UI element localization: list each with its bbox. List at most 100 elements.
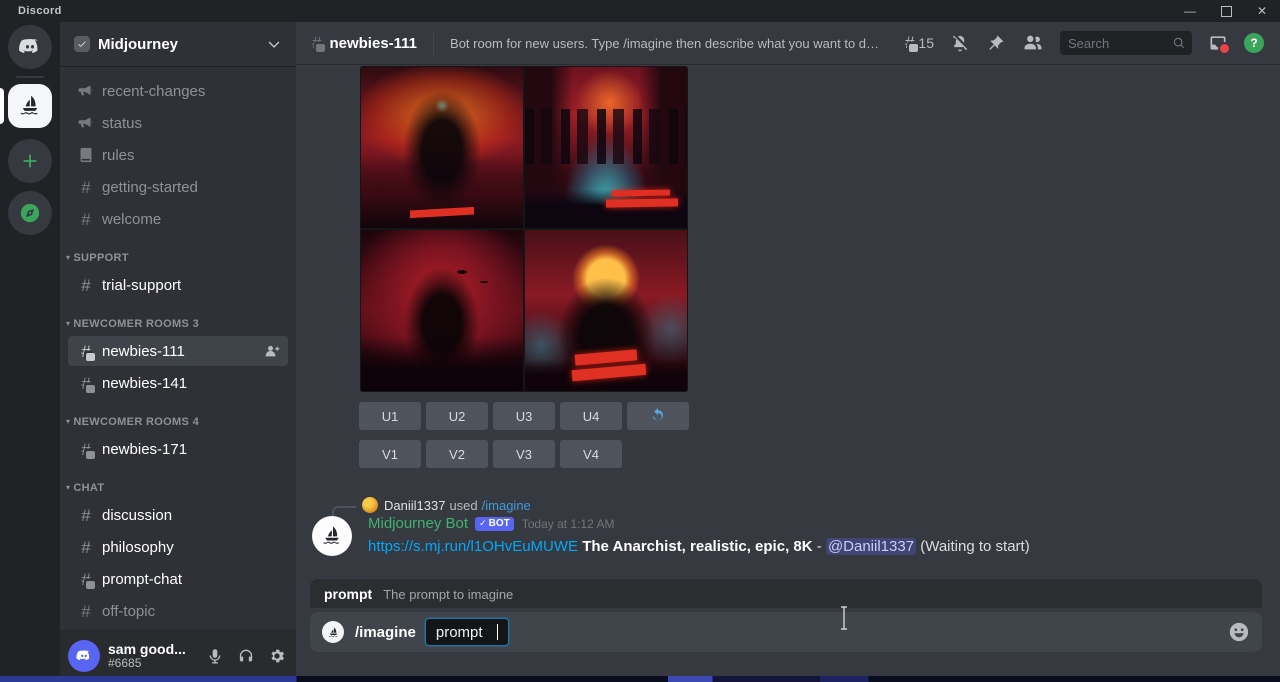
- channel-item-philosophy[interactable]: #philosophy: [68, 532, 288, 562]
- mic-icon[interactable]: [206, 647, 224, 665]
- main-column: # newbies-111 Bot room for new users. Ty…: [296, 22, 1280, 682]
- mouse-ibeam-cursor: [839, 606, 849, 630]
- emoji-picker-icon[interactable]: [1228, 621, 1250, 643]
- reroll-icon: [649, 407, 667, 425]
- hash-icon: #: [76, 211, 96, 228]
- category-chat[interactable]: ▾CHAT: [60, 476, 296, 500]
- app-title: Discord: [18, 5, 62, 17]
- upscale-u2-button[interactable]: U2: [426, 402, 488, 430]
- home-button[interactable]: [8, 25, 52, 69]
- bot-name: Midjourney Bot: [368, 515, 468, 532]
- explore-servers-button[interactable]: [8, 191, 52, 235]
- help-button[interactable]: ?: [1244, 33, 1264, 53]
- pinned-messages-icon[interactable]: [986, 33, 1006, 53]
- channel-item-prompt-chat[interactable]: #prompt-chat: [68, 564, 288, 594]
- os-taskbar-sliver[interactable]: [0, 676, 1280, 682]
- search-icon: [1172, 36, 1186, 50]
- upscale-u1-button[interactable]: U1: [359, 402, 421, 430]
- rules-icon: [76, 146, 96, 164]
- badge-label: BOT: [489, 518, 510, 530]
- inbox-unread-badge: [1218, 42, 1231, 55]
- channel-item-newbies-141[interactable]: #newbies-141: [68, 368, 288, 398]
- channel-label: newbies-141: [102, 375, 280, 392]
- user-mention[interactable]: @Daniil1337: [826, 538, 916, 555]
- variation-v1-button[interactable]: V1: [359, 440, 421, 468]
- username: sam good...: [108, 641, 206, 657]
- variation-v2-button[interactable]: V2: [426, 440, 488, 468]
- category-label: CHAT: [73, 482, 104, 494]
- category-chevron-icon: ▾: [66, 484, 70, 492]
- bot-avatar[interactable]: [312, 516, 352, 556]
- badge-check-icon: ✓: [479, 518, 487, 529]
- generated-image-quadrant-1[interactable]: [361, 67, 523, 228]
- invite-members-icon[interactable]: [264, 343, 280, 359]
- message-composer[interactable]: /imagine prompt: [310, 612, 1262, 652]
- channel-item-off-topic[interactable]: #off-topic: [68, 596, 288, 626]
- channel-item-status[interactable]: status: [68, 108, 288, 138]
- job-link[interactable]: https://s.mj.run/l1OHvEuMUWE: [368, 538, 578, 555]
- channel-item-newbies-111[interactable]: #newbies-111: [68, 336, 288, 366]
- category-label: NEWCOMER ROOMS 3: [73, 318, 199, 330]
- channel-item-welcome[interactable]: # welcome: [68, 204, 288, 234]
- threads-button[interactable]: # 15: [905, 34, 934, 53]
- user-avatar[interactable]: [68, 640, 100, 672]
- generated-image-quadrant-2[interactable]: [525, 67, 687, 228]
- variation-v4-button[interactable]: V4: [560, 440, 622, 468]
- maximize-button[interactable]: [1208, 0, 1244, 22]
- generated-image-quadrant-3[interactable]: [361, 230, 523, 391]
- variation-v3-button[interactable]: V3: [493, 440, 555, 468]
- hash-icon: #: [81, 211, 90, 228]
- gear-icon[interactable]: [268, 647, 286, 665]
- member-list-icon[interactable]: [1022, 32, 1044, 54]
- channel-item-discussion[interactable]: #discussion: [68, 500, 288, 530]
- channel-list: recent-changesstatusrules#getting-starte…: [60, 66, 296, 630]
- bot-badge: ✓ BOT: [475, 517, 514, 531]
- channel-item-recent-changes[interactable]: recent-changes: [68, 76, 288, 106]
- minimize-button[interactable]: —: [1172, 0, 1208, 22]
- context-command[interactable]: /imagine: [482, 498, 531, 513]
- search-input[interactable]: Search: [1060, 31, 1192, 55]
- close-button[interactable]: ✕: [1244, 0, 1280, 22]
- reroll-button[interactable]: [627, 402, 689, 430]
- channel-item-rules[interactable]: rules: [68, 140, 288, 170]
- hash-icon: #: [76, 603, 96, 620]
- channel-item-newbies-171[interactable]: #newbies-171: [68, 434, 288, 464]
- slash-command-popup[interactable]: prompt The prompt to imagine: [310, 580, 1262, 608]
- megaphone-icon: [76, 114, 96, 132]
- selected-server-pill: [0, 88, 4, 124]
- sailboat-icon: [320, 524, 344, 548]
- hash-chat-icon: #: [312, 34, 321, 53]
- user-discriminator: #6685: [108, 657, 206, 671]
- discord-logo-icon: [75, 647, 93, 665]
- context-user-avatar[interactable]: [362, 497, 378, 513]
- prompt-text: The Anarchist, realistic, epic, 8K: [582, 538, 812, 555]
- add-server-button[interactable]: [8, 139, 52, 183]
- discord-logo-icon: [17, 34, 43, 60]
- server-header[interactable]: Midjourney: [60, 22, 296, 66]
- inbox-button[interactable]: [1208, 33, 1228, 53]
- user-actions: [206, 647, 286, 665]
- hash-chat-icon: #: [81, 571, 90, 588]
- generated-image-quadrant-4[interactable]: [525, 230, 687, 391]
- generated-image-grid[interactable]: [360, 66, 688, 392]
- composer-command: /imagine: [355, 624, 416, 641]
- hash-chat-icon: #: [81, 441, 90, 458]
- window-titlebar: Discord — ✕: [0, 0, 1280, 22]
- upscale-u4-button[interactable]: U4: [560, 402, 622, 430]
- channel-label: welcome: [102, 211, 280, 228]
- channel-item-trial-support[interactable]: #trial-support: [68, 270, 288, 300]
- headphones-icon[interactable]: [237, 647, 255, 665]
- server-icon-midjourney[interactable]: [8, 84, 52, 128]
- channel-item-getting-started[interactable]: #getting-started: [68, 172, 288, 202]
- category-support[interactable]: ▾SUPPORT: [60, 246, 296, 270]
- channel-topic[interactable]: Bot room for new users. Type /imagine th…: [450, 36, 880, 51]
- notifications-muted-icon[interactable]: [950, 33, 970, 53]
- upscale-u3-button[interactable]: U3: [493, 402, 555, 430]
- hash-icon: #: [81, 179, 90, 196]
- category-newcomer-rooms-3[interactable]: ▾NEWCOMER ROOMS 3: [60, 312, 296, 336]
- prompt-option-field[interactable]: prompt: [425, 618, 509, 646]
- hash-chat-icon: #: [76, 343, 96, 360]
- category-newcomer-rooms-4[interactable]: ▾NEWCOMER ROOMS 4: [60, 410, 296, 434]
- context-username[interactable]: Daniil1337: [384, 498, 445, 513]
- chat-header: # newbies-111 Bot room for new users. Ty…: [296, 22, 1280, 64]
